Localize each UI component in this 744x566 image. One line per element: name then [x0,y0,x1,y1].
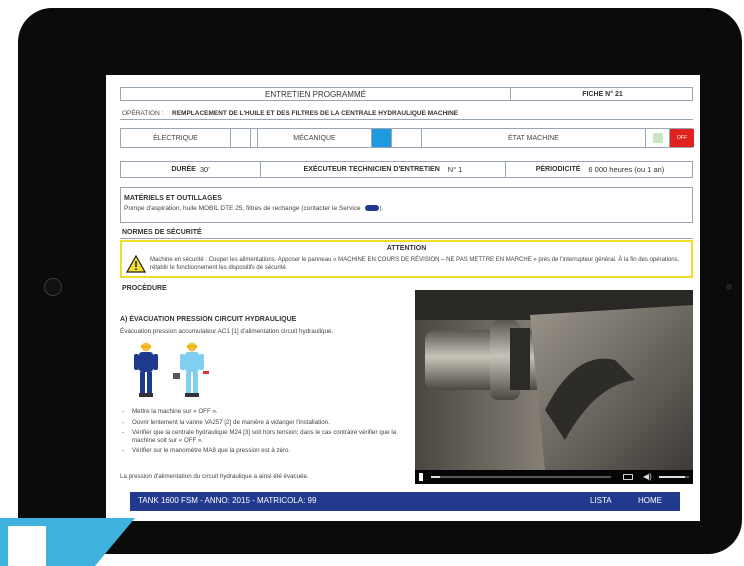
form-header-row: ENTRETIEN PROGRAMMÉ FICHE N° 21 [120,87,693,101]
tablet-device: ENTRETIEN PROGRAMMÉ FICHE N° 21 OPÉRATIO… [18,8,742,554]
form-title: ENTRETIEN PROGRAMMÉ [121,88,511,100]
video-controls: ◀) [415,470,693,484]
brand-logo-icon [0,518,135,566]
procedure-conclusion: La pression d'alimentation du circuit hy… [120,473,309,480]
attention-title: ATTENTION [386,245,427,252]
list-item: Vérifier sur le manomètre MA8 que la pre… [120,447,410,455]
video-player[interactable]: ◀) [415,290,693,484]
materiels-box: MATÉRIELS ET OUTILLAGES Pompe d'aspirati… [120,187,693,223]
periodicite-cell: PÉRIODICITÉ 6 000 heures (ou 1 an) [506,162,694,177]
etat-on-indicator[interactable] [646,129,670,147]
executeur-cell: EXÉCUTEUR TECHNICIEN D'ENTRETIEN N° 1 [261,162,506,177]
app-screen: ENTRETIEN PROGRAMMÉ FICHE N° 21 OPÉRATIO… [106,75,700,521]
type-row: ÉLECTRIQUE MÉCANIQUE ÉTAT MACHINE OFF [120,128,694,148]
warning-icon [126,255,146,273]
home-button[interactable] [44,278,62,296]
technicians-icon [134,342,209,397]
list-item: Ouvrir lentement la vanne VA257 [2] de m… [120,419,410,427]
duree-label: DURÉE [171,166,196,173]
lista-button[interactable]: LISTA [590,496,612,505]
electrique-checkbox[interactable] [231,129,251,147]
etat-machine-label: ÉTAT MACHINE [421,129,646,147]
list-item: Vérifier que la centrale hydraulique M24… [120,429,410,444]
fiche-number: FICHE N° 21 [582,90,623,98]
footer-bar: TANK 1600 FSM - ANNO: 2015 - MATRICOLA: … [130,492,680,511]
materiels-title: MATÉRIELS ET OUTILLAGES [124,195,222,202]
volume-icon[interactable]: ◀) [643,473,652,481]
type-mecanique-label: MÉCANIQUE [257,129,372,147]
periodicite-value: 6 000 heures (ou 1 an) [588,165,665,174]
mecanique-checkbox[interactable] [372,129,392,147]
details-row: DURÉE 30' EXÉCUTEUR TECHNICIEN D'ENTRETI… [120,161,693,178]
section-a-title: A) ÉVACUATION PRESSION CIRCUIT HYDRAULIQ… [120,316,297,323]
operation-row: OPÉRATION : REMPLACEMENT DE L'HUILE ET D… [120,107,693,120]
procedure-title: PROCÉDURE [122,285,167,292]
periodicite-label: PÉRIODICITÉ [535,166,581,173]
play-icon[interactable] [419,473,423,481]
materiels-text: Pompe d'aspiration, huile MOBIL DTE 25, … [124,205,384,212]
materiels-text-content: Pompe d'aspiration, huile MOBIL DTE 25, … [124,205,361,212]
etat-off-indicator[interactable]: OFF [670,129,694,147]
normes-title: NORMES DE SÉCURITÉ [122,229,202,236]
section-a-text: Évacuation pression accumulateur AC1 [1]… [120,328,334,335]
video-frame [415,290,693,470]
operation-label: OPÉRATION : [122,110,164,117]
attention-box: ATTENTION Machine en sécurité : Couper l… [120,240,693,278]
camera-icon [726,284,732,290]
type-electrique-label: ÉLECTRIQUE [121,129,231,147]
duree-value: 30' [199,165,210,174]
executeur-value: N° 1 [447,165,463,174]
home-link[interactable]: HOME [638,496,662,505]
attention-text: Machine en sécurité : Couper les aliment… [150,257,680,271]
video-progress-bar[interactable] [431,476,611,478]
volume-slider[interactable] [659,476,689,478]
procedure-steps: Mettre la machine sur « OFF ». Ouvrir le… [120,408,410,458]
duree-cell: DURÉE 30' [121,162,261,177]
operation-value: REMPLACEMENT DE L'HUILE ET DES FILTRES D… [172,110,459,117]
executeur-label: EXÉCUTEUR TECHNICIEN D'ENTRETIEN [303,166,440,173]
service-contact-icon[interactable] [365,205,380,212]
footer-tank-info: TANK 1600 FSM - ANNO: 2015 - MATRICOLA: … [138,496,317,505]
fullscreen-icon[interactable] [623,474,633,480]
list-item: Mettre la machine sur « OFF ». [120,408,410,416]
